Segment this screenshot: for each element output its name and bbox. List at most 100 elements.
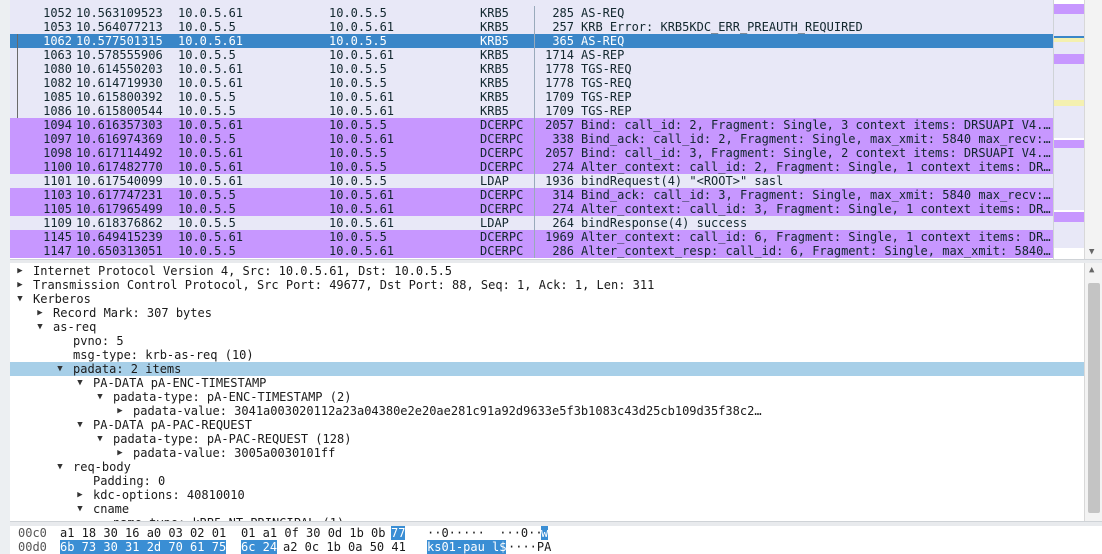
- packet-bytes-pane[interactable]: 00c0 a1 18 30 16 a0 03 02 01 01 a1 0f 30…: [10, 526, 1102, 554]
- collapsed-arrow-icon[interactable]: ▶: [14, 264, 26, 278]
- column-separator[interactable]: [534, 48, 535, 62]
- column-separator[interactable]: [534, 216, 535, 230]
- packet-list[interactable]: 1052 10.563109523 10.0.5.61 10.0.5.5 KRB5 285…: [10, 0, 1053, 259]
- hex-ascii-selected[interactable]: ks01-pau l$: [427, 540, 507, 554]
- tree-item[interactable]: ▼ cname: [10, 502, 1084, 516]
- packet-list-scrollbar[interactable]: ▼: [1084, 0, 1102, 259]
- packet-row[interactable]: 1086 10.615800544 10.0.5.5 10.0.5.61 KRB5 170…: [10, 104, 1053, 118]
- column-separator[interactable]: [534, 34, 535, 48]
- packet-row[interactable]: 1105 10.617965499 10.0.5.5 10.0.5.61 DCERPC 2…: [10, 202, 1053, 216]
- tree-item[interactable]: ▶ Transmission Control Protocol, Src Port…: [10, 278, 1084, 292]
- tree-item[interactable]: Padding: 0: [10, 474, 1084, 488]
- tree-item-label: msg-type: krb-as-req (10): [73, 348, 254, 362]
- hex-bytes[interactable]: a1 18 30 16 a0 03 02 01: [60, 526, 226, 540]
- tree-item[interactable]: ▼ req-body: [10, 460, 1084, 474]
- details-scroll-thumb[interactable]: [1088, 283, 1100, 513]
- packet-row[interactable]: 1085 10.615800392 10.0.5.5 10.0.5.61 KRB5 170…: [10, 90, 1053, 104]
- column-separator[interactable]: [534, 188, 535, 202]
- column-separator[interactable]: [534, 6, 535, 20]
- packet-row[interactable]: 1082 10.614719930 10.0.5.61 10.0.5.5 KRB5 177…: [10, 76, 1053, 90]
- tree-item[interactable]: ▼ as-req: [10, 320, 1084, 334]
- tree-item[interactable]: msg-type: krb-as-req (10): [10, 348, 1084, 362]
- column-separator[interactable]: [534, 132, 535, 146]
- tree-item[interactable]: ▶ Internet Protocol Version 4, Src: 10.0.…: [10, 264, 1084, 278]
- packet-row[interactable]: 1101 10.617540099 10.0.5.61 10.0.5.5 LDAP 193…: [10, 174, 1053, 188]
- expanded-arrow-icon[interactable]: ▼: [14, 292, 26, 306]
- packet-row[interactable]: 1063 10.578555906 10.0.5.5 10.0.5.61 KRB5 171…: [10, 48, 1053, 62]
- tree-item-label: PA-DATA pA-ENC-TIMESTAMP: [93, 376, 267, 390]
- packet-row[interactable]: 1145 10.649415239 10.0.5.61 10.0.5.5 DCERPC 1…: [10, 230, 1053, 244]
- scroll-up-icon[interactable]: ▲: [1089, 265, 1094, 275]
- packet-destination: 10.0.5.61: [329, 104, 395, 118]
- collapsed-arrow-icon[interactable]: ▶: [34, 306, 46, 320]
- packet-row[interactable]: 1103 10.617747231 10.0.5.5 10.0.5.61 DCERPC 3…: [10, 188, 1053, 202]
- packet-destination: 10.0.5.5: [329, 174, 387, 188]
- column-separator[interactable]: [534, 20, 535, 34]
- packet-time: 10.617747231: [76, 188, 163, 202]
- column-separator[interactable]: [534, 146, 535, 160]
- tree-item[interactable]: ▼ padata-type: pA-PAC-REQUEST (128): [10, 432, 1084, 446]
- tree-item-selected[interactable]: ▼ padata: 2 items: [10, 362, 1084, 376]
- column-separator[interactable]: [534, 174, 535, 188]
- column-separator[interactable]: [534, 244, 535, 258]
- expanded-arrow-icon[interactable]: ▼: [74, 502, 86, 516]
- column-separator[interactable]: [534, 90, 535, 104]
- tree-item[interactable]: ▶ kdc-options: 40810010: [10, 488, 1084, 502]
- packet-row[interactable]: 1094 10.616357303 10.0.5.61 10.0.5.5 DCERPC 2…: [10, 118, 1053, 132]
- scroll-down-icon[interactable]: ▼: [1089, 247, 1094, 257]
- expanded-arrow-icon[interactable]: ▼: [74, 418, 86, 432]
- column-separator[interactable]: [534, 202, 535, 216]
- expanded-arrow-icon[interactable]: ▼: [94, 432, 106, 446]
- tree-item[interactable]: ▼ PA-DATA pA-PAC-REQUEST: [10, 418, 1084, 432]
- packet-minimap[interactable]: [1053, 0, 1084, 259]
- column-separator[interactable]: [534, 118, 535, 132]
- hex-bytes-selected[interactable]: 77: [391, 526, 406, 540]
- related-packet-marker: [17, 62, 18, 76]
- packet-info: Alter_context: call_id: 2, Fragment: Sin…: [581, 160, 1051, 174]
- expanded-arrow-icon[interactable]: ▼: [54, 460, 66, 474]
- hex-bytes[interactable]: 01 a1 0f 30 0d 1b 0b: [241, 526, 386, 540]
- tree-item[interactable]: ▼ PA-DATA pA-ENC-TIMESTAMP: [10, 376, 1084, 390]
- packet-protocol: DCERPC: [480, 230, 524, 244]
- expanded-arrow-icon[interactable]: ▼: [34, 320, 46, 334]
- collapsed-arrow-icon[interactable]: ▶: [114, 446, 126, 460]
- packet-row[interactable]: 1098 10.617114492 10.0.5.61 10.0.5.5 DCERPC 2…: [10, 146, 1053, 160]
- packet-row[interactable]: 1109 10.618376862 10.0.5.5 10.0.5.61 LDAP 264…: [10, 216, 1053, 230]
- hex-ascii[interactable]: ····PA: [508, 540, 551, 554]
- packet-row[interactable]: 1062 10.577501315 10.0.5.61 10.0.5.5 KRB5 365…: [10, 34, 1053, 48]
- tree-item[interactable]: ▼ Kerberos: [10, 292, 1084, 306]
- column-separator[interactable]: [534, 160, 535, 174]
- packet-source: 10.0.5.5: [178, 132, 236, 146]
- expanded-arrow-icon[interactable]: ▼: [94, 390, 106, 404]
- tree-item[interactable]: ▶ Record Mark: 307 bytes: [10, 306, 1084, 320]
- hex-ascii-selected[interactable]: w: [541, 526, 549, 540]
- tree-item[interactable]: ▶ padata-value: 3041a003020112a23a04380e2…: [10, 404, 1084, 418]
- hex-bytes[interactable]: a2 0c 1b 0a 50 41: [283, 540, 406, 554]
- packet-row[interactable]: 1053 10.564077213 10.0.5.5 10.0.5.61 KRB5 257…: [10, 20, 1053, 34]
- hex-bytes-selected[interactable]: 6b 73 30 31 2d 70 61 75: [60, 540, 227, 554]
- packet-row[interactable]: 1147 10.650313051 10.0.5.5 10.0.5.61 DCERPC 2…: [10, 244, 1053, 258]
- collapsed-arrow-icon[interactable]: ▶: [114, 404, 126, 418]
- hex-bytes-selected[interactable]: 6c 24: [241, 540, 278, 554]
- tree-item[interactable]: ▶ padata-value: 3005a0030101ff: [10, 446, 1084, 460]
- column-separator[interactable]: [534, 62, 535, 76]
- collapsed-arrow-icon[interactable]: ▶: [74, 488, 86, 502]
- packet-source: 10.0.5.61: [178, 6, 244, 20]
- column-separator[interactable]: [534, 104, 535, 118]
- packet-row[interactable]: 1097 10.616974369 10.0.5.5 10.0.5.61 DCERPC 3…: [10, 132, 1053, 146]
- hex-offset: 00d0: [18, 540, 47, 554]
- column-separator[interactable]: [534, 76, 535, 90]
- column-separator[interactable]: [534, 230, 535, 244]
- expanded-arrow-icon[interactable]: ▼: [74, 376, 86, 390]
- packet-row[interactable]: 1080 10.614550203 10.0.5.61 10.0.5.5 KRB5 177…: [10, 62, 1053, 76]
- packet-row[interactable]: 1100 10.617482770 10.0.5.61 10.0.5.5 DCERPC 2…: [10, 160, 1053, 174]
- packet-row[interactable]: 1052 10.563109523 10.0.5.61 10.0.5.5 KRB5 285…: [10, 6, 1053, 20]
- details-scrollbar[interactable]: ▲: [1084, 263, 1102, 521]
- collapsed-arrow-icon[interactable]: ▶: [14, 278, 26, 292]
- expanded-arrow-icon[interactable]: ▼: [54, 362, 66, 376]
- packet-details-tree[interactable]: ▶ Internet Protocol Version 4, Src: 10.0.…: [10, 263, 1084, 521]
- tree-item[interactable]: ▼ padata-type: pA-ENC-TIMESTAMP (2): [10, 390, 1084, 404]
- tree-item[interactable]: pvno: 5: [10, 334, 1084, 348]
- hex-ascii[interactable]: ··0····· ···0···: [427, 526, 550, 540]
- packet-time: 10.650313051: [76, 244, 163, 258]
